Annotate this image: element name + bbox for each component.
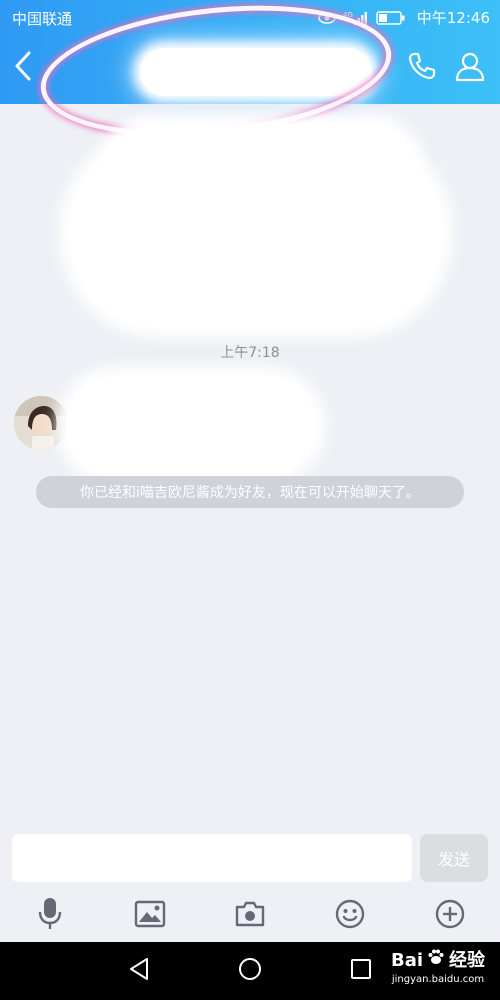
emoji-icon <box>334 898 366 934</box>
watermark-suffix: 经验 <box>449 949 486 971</box>
phone-icon <box>406 50 438 86</box>
nav-recent-button[interactable] <box>346 956 376 986</box>
contact-avatar[interactable] <box>14 396 68 450</box>
image-button[interactable] <box>132 898 168 934</box>
status-bar: 中国联通 4G 中午12:46 <box>0 0 500 34</box>
call-button[interactable] <box>404 50 440 86</box>
redacted-message-card-top <box>112 124 412 204</box>
watermark-url: jingyan.baidu.com <box>391 974 485 985</box>
battery-icon <box>376 10 406 25</box>
chat-messages[interactable]: 上午7:18 你已经和i喵吉欧尼酱成为好友，现在可以开始聊天了。 <box>0 104 500 830</box>
watermark-brand: Bai <box>390 949 424 971</box>
nav-back-icon <box>128 957 150 985</box>
title-bar <box>0 34 500 104</box>
back-button[interactable] <box>6 48 40 88</box>
nav-home-button[interactable] <box>235 956 265 986</box>
eye-care-icon <box>317 11 336 25</box>
voice-button[interactable] <box>32 898 68 934</box>
status-time: 中午12:46 <box>416 9 490 27</box>
system-nav-bar: Bai 经验 jingyan.baidu.com <box>0 942 500 1000</box>
paw-icon <box>427 948 445 973</box>
friend-added-notice: 你已经和i喵吉欧尼酱成为好友，现在可以开始聊天了。 <box>36 476 464 508</box>
status-indicators: 4G 中午12:46 <box>317 7 490 28</box>
camera-button[interactable] <box>232 898 268 934</box>
profile-button[interactable] <box>452 50 488 86</box>
profile-icon <box>454 50 486 86</box>
back-arrow-icon <box>14 51 32 85</box>
input-bar: 发送 <box>0 830 500 890</box>
message-toolbar <box>0 890 500 942</box>
emoji-button[interactable] <box>332 898 368 934</box>
nav-back-button[interactable] <box>124 956 154 986</box>
carrier-name: 中国联通 <box>12 10 73 28</box>
message-input[interactable] <box>12 834 412 882</box>
signal-icon: 4G <box>343 10 369 26</box>
message-timestamp: 上午7:18 <box>220 345 280 361</box>
nav-recent-icon <box>350 958 372 984</box>
send-button[interactable]: 发送 <box>420 834 488 882</box>
title-redaction <box>140 48 372 96</box>
chat-header: 中国联通 4G 中午12:46 <box>0 0 500 153</box>
more-button[interactable] <box>432 898 468 934</box>
network-type: 4G <box>343 11 353 19</box>
nav-home-icon <box>237 956 263 986</box>
image-icon <box>134 900 166 932</box>
camera-icon <box>234 900 266 932</box>
baidu-jingyan-watermark: Bai 经验 jingyan.baidu.com <box>380 948 496 994</box>
microphone-icon <box>35 896 65 936</box>
redacted-message-bubble <box>66 376 316 476</box>
plus-icon <box>434 898 466 934</box>
